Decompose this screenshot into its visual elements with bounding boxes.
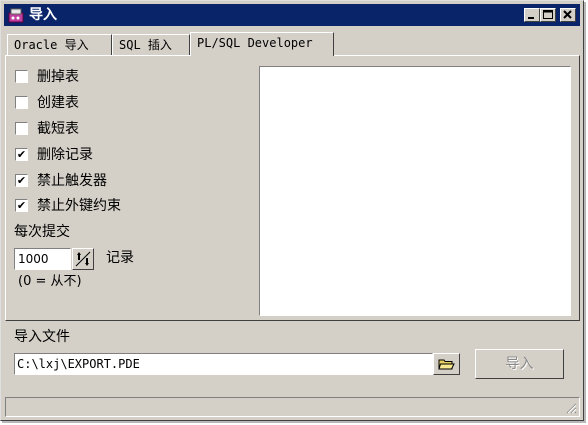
option-label: 删掉表	[37, 69, 79, 85]
output-textarea[interactable]	[259, 66, 571, 316]
import-file-label: 导入文件	[14, 329, 70, 345]
commit-unit-label: 记录	[106, 250, 134, 266]
tab-oracle-import[interactable]: Oracle 导入	[7, 34, 112, 56]
delete-records-checkbox[interactable]: ✔	[15, 148, 28, 161]
create-tables-checkbox[interactable]	[15, 96, 28, 109]
spinner-arrows-icon	[75, 251, 91, 267]
option-label: 删除记录	[37, 147, 93, 163]
option-label: 禁止触发器	[37, 173, 107, 189]
title-bar[interactable]: 导入	[4, 4, 580, 26]
close-icon	[563, 10, 572, 19]
tab-label: SQL 插入	[119, 38, 172, 52]
window-title: 导入	[29, 7, 57, 23]
import-dialog: 导入 Oracle 导入 SQL 插入 PL/SQL Developer 删掉表…	[0, 0, 584, 421]
minimize-button[interactable]	[524, 8, 540, 22]
app-icon	[8, 8, 24, 23]
resize-grip-icon[interactable]	[565, 402, 577, 414]
tab-label: PL/SQL Developer	[197, 36, 313, 50]
import-file-input[interactable]: C:\lxj\EXPORT.PDE	[14, 353, 433, 375]
browse-file-button[interactable]	[433, 353, 460, 375]
close-button[interactable]	[560, 8, 576, 22]
maximize-icon	[543, 10, 553, 19]
commit-label: 每次提交	[14, 224, 70, 240]
tab-label: Oracle 导入	[14, 38, 89, 52]
drop-tables-checkbox[interactable]	[15, 70, 28, 83]
minimize-icon	[528, 17, 534, 19]
option-label: 截短表	[37, 121, 79, 137]
import-button[interactable]: 导入	[475, 349, 564, 379]
disable-triggers-checkbox[interactable]: ✔	[15, 174, 28, 187]
tab-plsql-developer[interactable]: PL/SQL Developer	[190, 32, 334, 56]
commit-count-input[interactable]: 1000	[14, 248, 71, 270]
commit-count-spinner[interactable]	[72, 248, 94, 270]
status-bar	[5, 397, 580, 417]
option-label: 创建表	[37, 95, 79, 111]
folder-open-icon	[438, 359, 455, 370]
option-label: 禁止外键约束	[37, 198, 121, 214]
truncate-tables-checkbox[interactable]	[15, 122, 28, 135]
commit-note: (0 = 从不)	[18, 274, 82, 289]
tab-sql-insert[interactable]: SQL 插入	[112, 34, 190, 56]
disable-foreign-keys-checkbox[interactable]: ✔	[15, 199, 28, 212]
maximize-button[interactable]	[540, 8, 556, 22]
